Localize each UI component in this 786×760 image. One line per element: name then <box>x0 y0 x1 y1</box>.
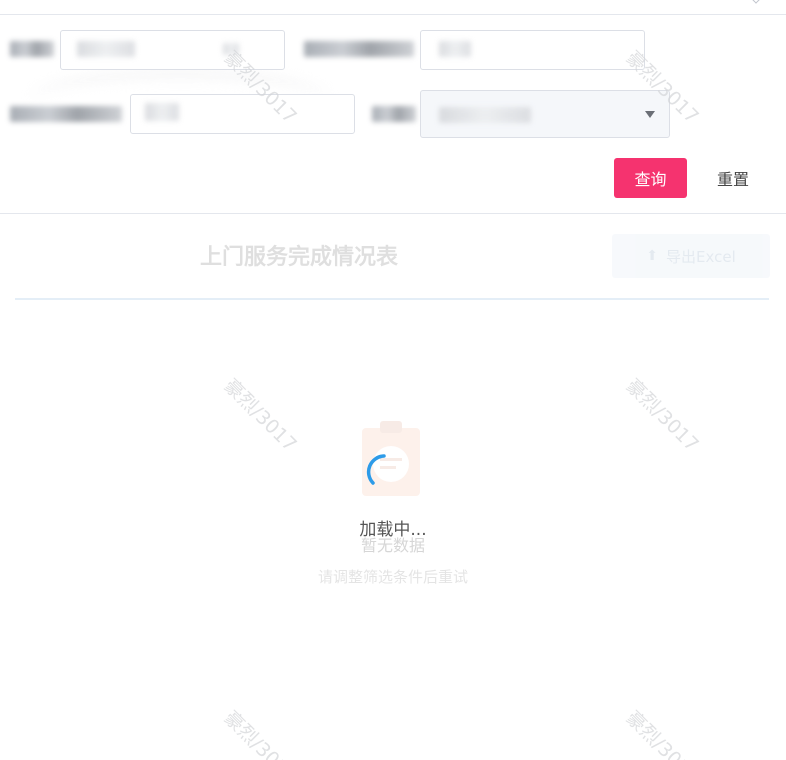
section-divider <box>0 213 786 214</box>
filter-input-2[interactable] <box>420 30 645 70</box>
page: 查询 重置 上门服务完成情况表 ⬆ 导出Excel 暂无数据 请调整筛选条件后重… <box>0 0 786 760</box>
export-excel-button[interactable]: ⬆ 导出Excel <box>612 234 770 278</box>
loading-text: 加载中... <box>359 520 427 540</box>
filter-label-2 <box>304 41 414 57</box>
watermark: 豪烈/3017 <box>621 706 703 760</box>
reset-button[interactable]: 重置 <box>698 158 768 198</box>
top-border <box>0 14 786 15</box>
filter-input-3[interactable] <box>130 94 355 134</box>
filter-label-3 <box>10 106 122 122</box>
table-title: 上门服务完成情况表 <box>200 245 399 270</box>
upload-icon: ⬆ <box>646 248 658 264</box>
filter-select-4[interactable] <box>420 90 670 138</box>
filter-select-4-value <box>439 107 531 123</box>
query-button[interactable]: 查询 <box>614 158 687 198</box>
filter-input-1-value <box>77 41 135 57</box>
watermark: 豪烈/3017 <box>219 374 301 456</box>
corner-chevron-icon <box>750 0 762 4</box>
filter-input-3-value <box>145 103 179 121</box>
filter-label-1 <box>10 41 54 57</box>
empty-state-subtitle: 请调整筛选条件后重试 <box>317 568 468 586</box>
export-excel-label: 导出Excel <box>666 247 736 266</box>
watermark: 豪烈/3017 <box>621 374 703 456</box>
table-header-line <box>15 298 769 300</box>
filter-input-2-value <box>439 41 471 57</box>
caret-down-icon[interactable] <box>645 111 655 118</box>
spinner-icon <box>366 454 386 485</box>
watermark: 豪烈/3017 <box>219 706 301 760</box>
filter-label-4 <box>372 106 416 122</box>
